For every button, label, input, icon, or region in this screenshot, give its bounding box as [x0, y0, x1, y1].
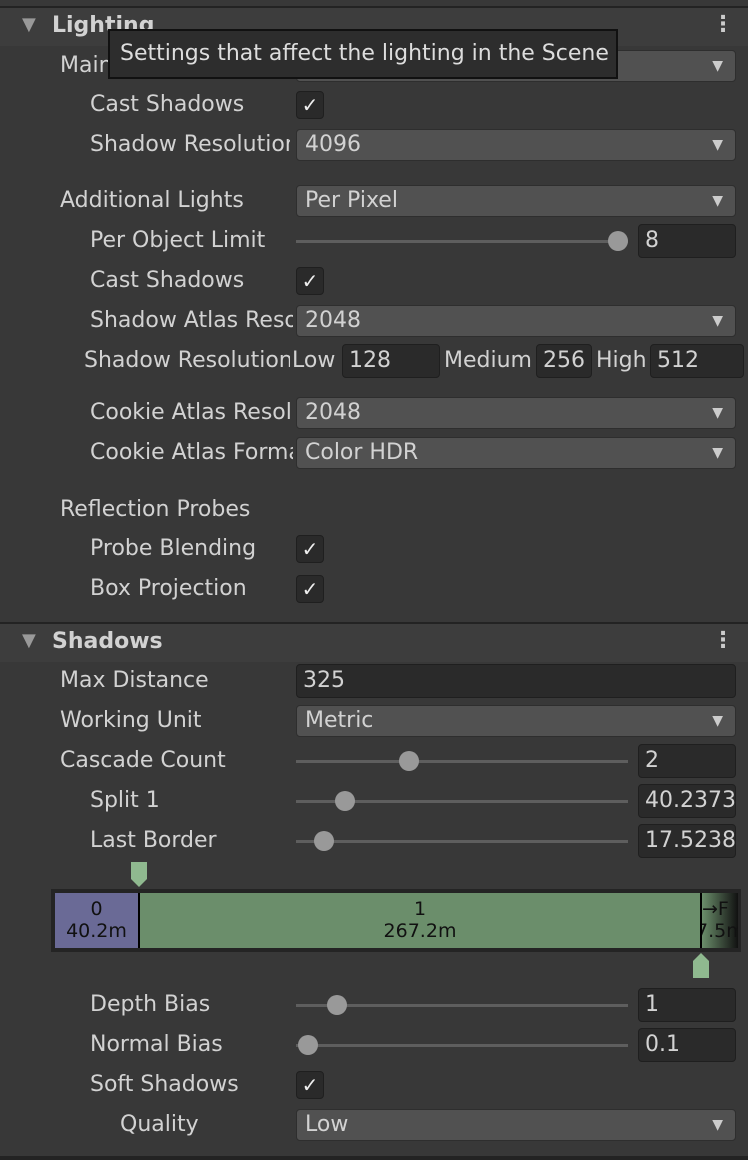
- normal-bias-slider[interactable]: [296, 1035, 628, 1055]
- depth-bias-field[interactable]: 1: [638, 988, 736, 1022]
- chevron-down-icon: ▼: [712, 58, 723, 74]
- depth-bias-slider[interactable]: [296, 995, 628, 1015]
- medium-label: Medium: [444, 348, 532, 373]
- chevron-down-icon: ▼: [712, 313, 723, 329]
- additional-lights-label: Additional Lights: [60, 188, 244, 213]
- shadow-resolution-dropdown[interactable]: 4096 ▼: [296, 129, 736, 161]
- last-border-field[interactable]: 17.5238: [638, 824, 736, 858]
- cascade-distance: 7.5m: [702, 920, 738, 942]
- chevron-down-icon: ▼: [712, 405, 723, 421]
- shadow-resolution-tiers-label: Shadow Resolution Tiers: [84, 348, 290, 373]
- more-options-icon[interactable]: ⋮: [712, 12, 734, 37]
- cookie-atlas-format-label: Cookie Atlas Format: [90, 440, 293, 465]
- cascade-bar[interactable]: 0 40.2m 1 267.2m →F 7.5m: [51, 889, 741, 952]
- soft-shadows-label: Soft Shadows: [90, 1072, 239, 1097]
- slider-thumb[interactable]: [608, 231, 628, 251]
- cascade-count-label: Cascade Count: [60, 748, 226, 773]
- section-title: Shadows: [52, 629, 163, 654]
- last-border-label: Last Border: [90, 828, 217, 853]
- cascade-segment-1[interactable]: 1 267.2m: [140, 893, 700, 948]
- cascade-distance: 267.2m: [383, 920, 457, 942]
- last-border-slider[interactable]: [296, 831, 628, 851]
- shadow-atlas-resolution-dropdown[interactable]: 2048 ▼: [296, 305, 736, 337]
- dropdown-value: Color HDR: [305, 440, 419, 465]
- dropdown-value: 4096: [305, 132, 361, 157]
- box-projection-checkbox[interactable]: ✓: [296, 575, 324, 603]
- dropdown-value: Per Pixel: [305, 188, 398, 213]
- chevron-down-icon: ▼: [712, 445, 723, 461]
- last-border-handle[interactable]: [692, 952, 710, 978]
- box-projection-label: Box Projection: [90, 576, 247, 601]
- shadows-section-header[interactable]: ▼ Shadows ⋮: [0, 622, 748, 662]
- slider-thumb[interactable]: [298, 1035, 318, 1055]
- working-unit-label: Working Unit: [60, 708, 202, 733]
- cascade-index: 1: [413, 898, 427, 920]
- slider-thumb[interactable]: [327, 995, 347, 1015]
- cookie-atlas-resolution-dropdown[interactable]: 2048 ▼: [296, 397, 736, 429]
- shadow-atlas-resolution-label: Shadow Atlas Resolution: [90, 308, 293, 333]
- probe-blending-label: Probe Blending: [90, 536, 257, 561]
- working-unit-dropdown[interactable]: Metric ▼: [296, 705, 736, 737]
- main-cast-shadows-checkbox[interactable]: ✓: [296, 91, 324, 119]
- cascade-split-handle[interactable]: [130, 862, 148, 888]
- more-options-icon[interactable]: ⋮: [712, 628, 734, 653]
- per-object-limit-label: Per Object Limit: [90, 228, 266, 253]
- cascade-count-slider[interactable]: [296, 751, 628, 771]
- per-object-limit-field[interactable]: 8: [638, 224, 736, 258]
- soft-shadows-checkbox[interactable]: ✓: [296, 1071, 324, 1099]
- slider-thumb[interactable]: [314, 831, 334, 851]
- quality-dropdown[interactable]: Low ▼: [296, 1109, 736, 1141]
- dropdown-value: 2048: [305, 308, 361, 333]
- cookie-atlas-resolution-label: Cookie Atlas Resolution: [90, 400, 293, 425]
- high-label: High: [596, 348, 647, 373]
- normal-bias-label: Normal Bias: [90, 1032, 223, 1057]
- foldout-triangle-icon[interactable]: ▼: [22, 14, 36, 35]
- quality-label: Quality: [120, 1112, 199, 1137]
- dropdown-value: 2048: [305, 400, 361, 425]
- additional-cast-shadows-checkbox[interactable]: ✓: [296, 267, 324, 295]
- additional-lights-dropdown[interactable]: Per Pixel ▼: [296, 185, 736, 217]
- cascade-fade-segment[interactable]: →F 7.5m: [702, 893, 738, 948]
- cast-shadows-label: Cast Shadows: [90, 268, 245, 293]
- cascade-index: 0: [90, 898, 103, 920]
- split1-slider[interactable]: [296, 791, 628, 811]
- low-label: Low: [292, 348, 336, 373]
- divider: [0, 1156, 748, 1160]
- depth-bias-label: Depth Bias: [90, 992, 211, 1017]
- reflection-probes-label: Reflection Probes: [60, 497, 251, 522]
- cascade-segment-0[interactable]: 0 40.2m: [55, 893, 138, 948]
- per-object-limit-slider[interactable]: [296, 231, 628, 251]
- probe-blending-checkbox[interactable]: ✓: [296, 535, 324, 563]
- max-distance-field[interactable]: 325: [296, 664, 736, 698]
- dropdown-value: Metric: [305, 708, 374, 733]
- shadow-resolution-label: Shadow Resolution: [90, 132, 290, 157]
- high-tier-field[interactable]: 512: [650, 344, 744, 378]
- chevron-down-icon: ▼: [712, 1117, 723, 1133]
- foldout-triangle-icon[interactable]: ▼: [22, 630, 36, 651]
- slider-thumb[interactable]: [399, 751, 419, 771]
- chevron-down-icon: ▼: [712, 713, 723, 729]
- cookie-atlas-format-dropdown[interactable]: Color HDR ▼: [296, 437, 736, 469]
- dropdown-value: Low: [305, 1112, 349, 1137]
- tooltip: Settings that affect the lighting in the…: [108, 29, 618, 79]
- low-tier-field[interactable]: 128: [342, 344, 440, 378]
- normal-bias-field[interactable]: 0.1: [638, 1028, 736, 1062]
- slider-thumb[interactable]: [335, 791, 355, 811]
- cascade-count-field[interactable]: 2: [638, 744, 736, 778]
- medium-tier-field[interactable]: 256: [536, 344, 592, 378]
- chevron-down-icon: ▼: [712, 137, 723, 153]
- split1-field[interactable]: 40.2373: [638, 784, 736, 818]
- cast-shadows-label: Cast Shadows: [90, 92, 245, 117]
- chevron-down-icon: ▼: [712, 193, 723, 209]
- max-distance-label: Max Distance: [60, 668, 209, 693]
- cascade-distance: 40.2m: [66, 920, 127, 942]
- split1-label: Split 1: [90, 788, 160, 813]
- cascade-index: →F: [702, 898, 729, 920]
